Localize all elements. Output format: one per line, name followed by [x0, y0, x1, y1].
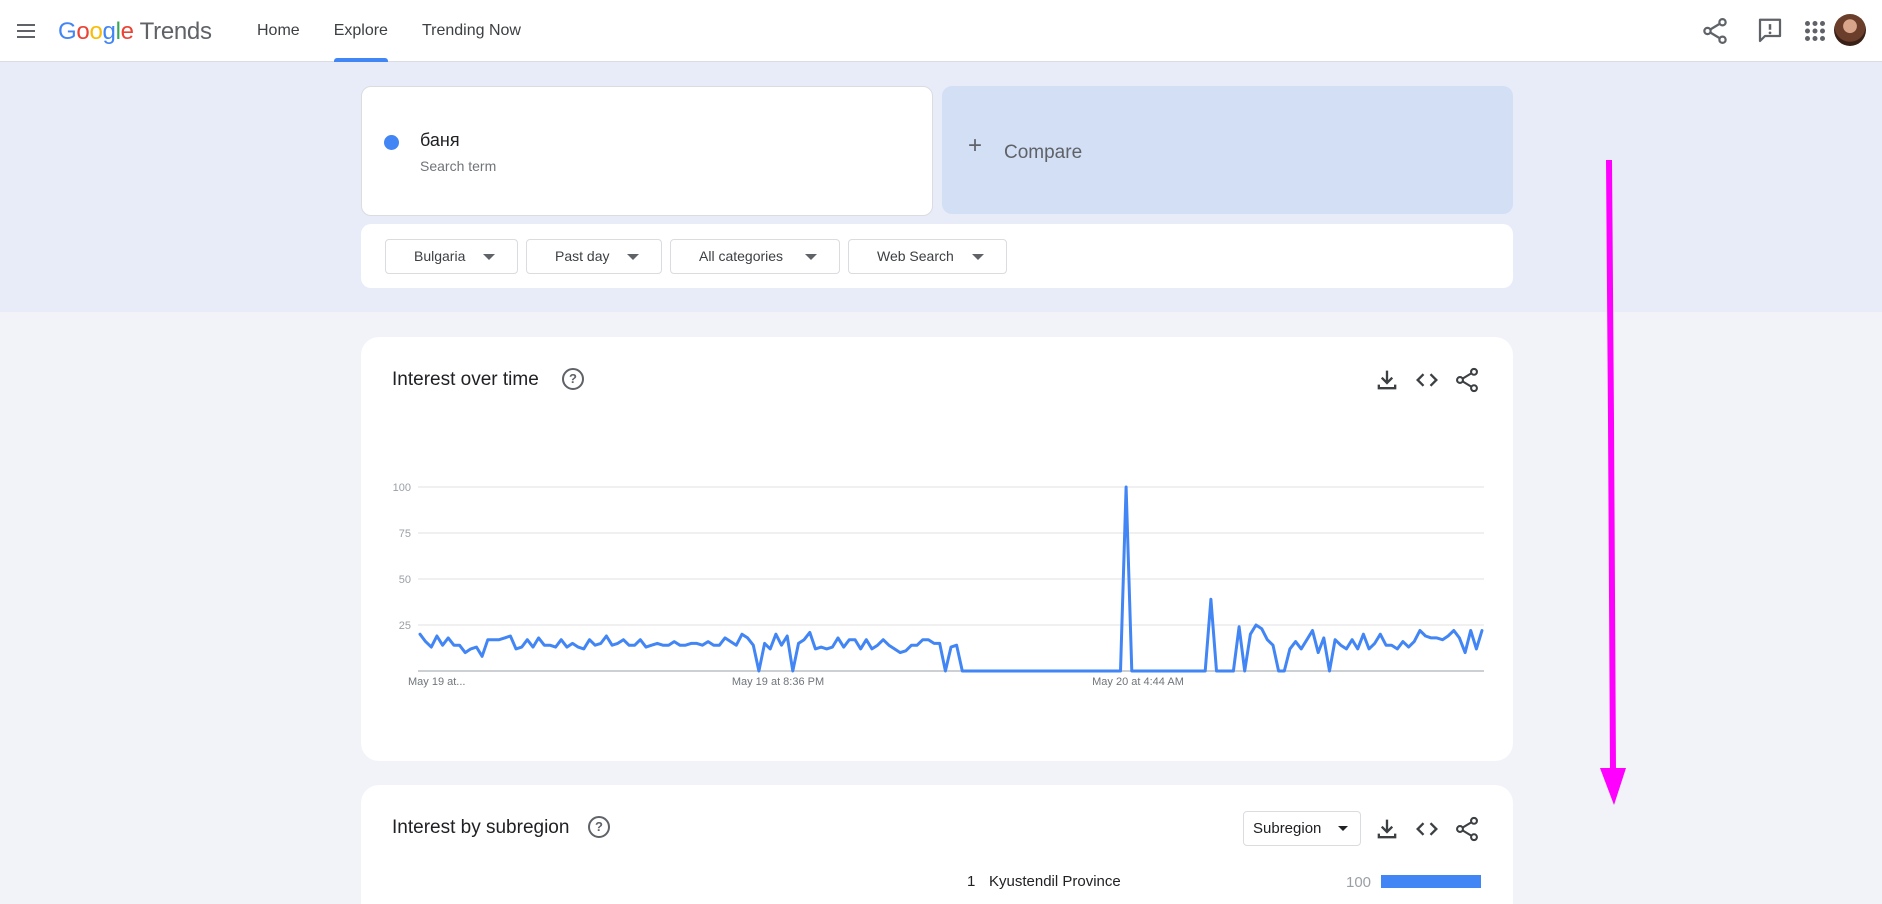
- y-tick-label: 50: [399, 574, 411, 586]
- apps-grid-icon[interactable]: [1800, 16, 1830, 46]
- caret-down-icon: [972, 254, 984, 260]
- term-name: баня: [420, 130, 460, 150]
- search-term-card[interactable]: баня Search term: [361, 86, 933, 216]
- nav-home[interactable]: Home: [240, 0, 317, 62]
- resolution-value: Subregion: [1253, 820, 1322, 837]
- time-range-dropdown[interactable]: Past day: [526, 239, 662, 274]
- term-color-dot: [384, 135, 399, 150]
- x-tick-label: May 20 at 4:44 AM: [1092, 676, 1184, 688]
- top-app-bar: Google Trends Home Explore Trending Now: [0, 0, 1882, 62]
- logo-product-text: Trends: [139, 18, 212, 45]
- caret-down-icon: [1338, 826, 1348, 831]
- interest-over-time-chart: 25 50 75 100 May 19 at... May 19 at 8:36 PM M…: [393, 482, 1484, 688]
- compare-label: Compare: [1004, 142, 1083, 163]
- resolution-dropdown[interactable]: Subregion: [1243, 811, 1361, 846]
- account-avatar[interactable]: [1834, 14, 1866, 46]
- caret-down-icon: [805, 254, 817, 260]
- logo-google-text: Google: [58, 18, 134, 45]
- term-type: Search term: [420, 158, 497, 174]
- search-property-value: Web Search: [877, 248, 954, 264]
- y-tick-label: 75: [399, 528, 411, 540]
- region-value: Bulgaria: [414, 248, 466, 264]
- search-property-dropdown[interactable]: Web Search: [848, 239, 1007, 274]
- x-tick-label: May 19 at 8:36 PM: [732, 676, 824, 688]
- compare-button[interactable]: + Compare: [942, 86, 1513, 214]
- embed-code-icon[interactable]: [1413, 815, 1441, 843]
- interest-by-subregion-title: Interest by subregion: [392, 817, 570, 838]
- caret-down-icon: [483, 254, 495, 260]
- filter-bar: Bulgaria Past day All categories Web Sea…: [361, 224, 1513, 288]
- category-value: All categories: [699, 248, 784, 264]
- nav-explore[interactable]: Explore: [317, 0, 405, 62]
- region-dropdown[interactable]: Bulgaria: [385, 239, 518, 274]
- x-tick-label: May 19 at...: [408, 676, 465, 688]
- feedback-icon[interactable]: [1755, 16, 1785, 46]
- interest-over-time-card: Interest over time ? 25 50 75 100 May 19 at…: [361, 337, 1513, 761]
- share-icon[interactable]: [1453, 815, 1481, 843]
- plus-icon: +: [968, 132, 983, 159]
- google-trends-logo[interactable]: Google Trends: [58, 18, 212, 46]
- region-rank: 1: [967, 873, 976, 890]
- main-menu-icon[interactable]: [8, 14, 42, 48]
- nav-trending-now[interactable]: Trending Now: [405, 0, 538, 62]
- help-icon[interactable]: ?: [588, 816, 610, 838]
- y-tick-label: 25: [399, 620, 411, 632]
- region-name[interactable]: Kyustendil Province: [989, 873, 1121, 890]
- time-range-value: Past day: [555, 248, 610, 264]
- y-tick-label: 100: [393, 482, 411, 494]
- share-icon[interactable]: [1700, 16, 1730, 46]
- top-actions: [1642, 0, 1882, 62]
- region-value: 100: [1346, 874, 1372, 891]
- download-icon[interactable]: [1373, 815, 1401, 843]
- category-dropdown[interactable]: All categories: [670, 239, 840, 274]
- main-nav: Home Explore Trending Now: [240, 0, 538, 62]
- interest-by-subregion-card: Interest by subregion ? Subregion 1 Kyus…: [361, 785, 1513, 904]
- region-bar: [1381, 875, 1481, 888]
- caret-down-icon: [627, 254, 639, 260]
